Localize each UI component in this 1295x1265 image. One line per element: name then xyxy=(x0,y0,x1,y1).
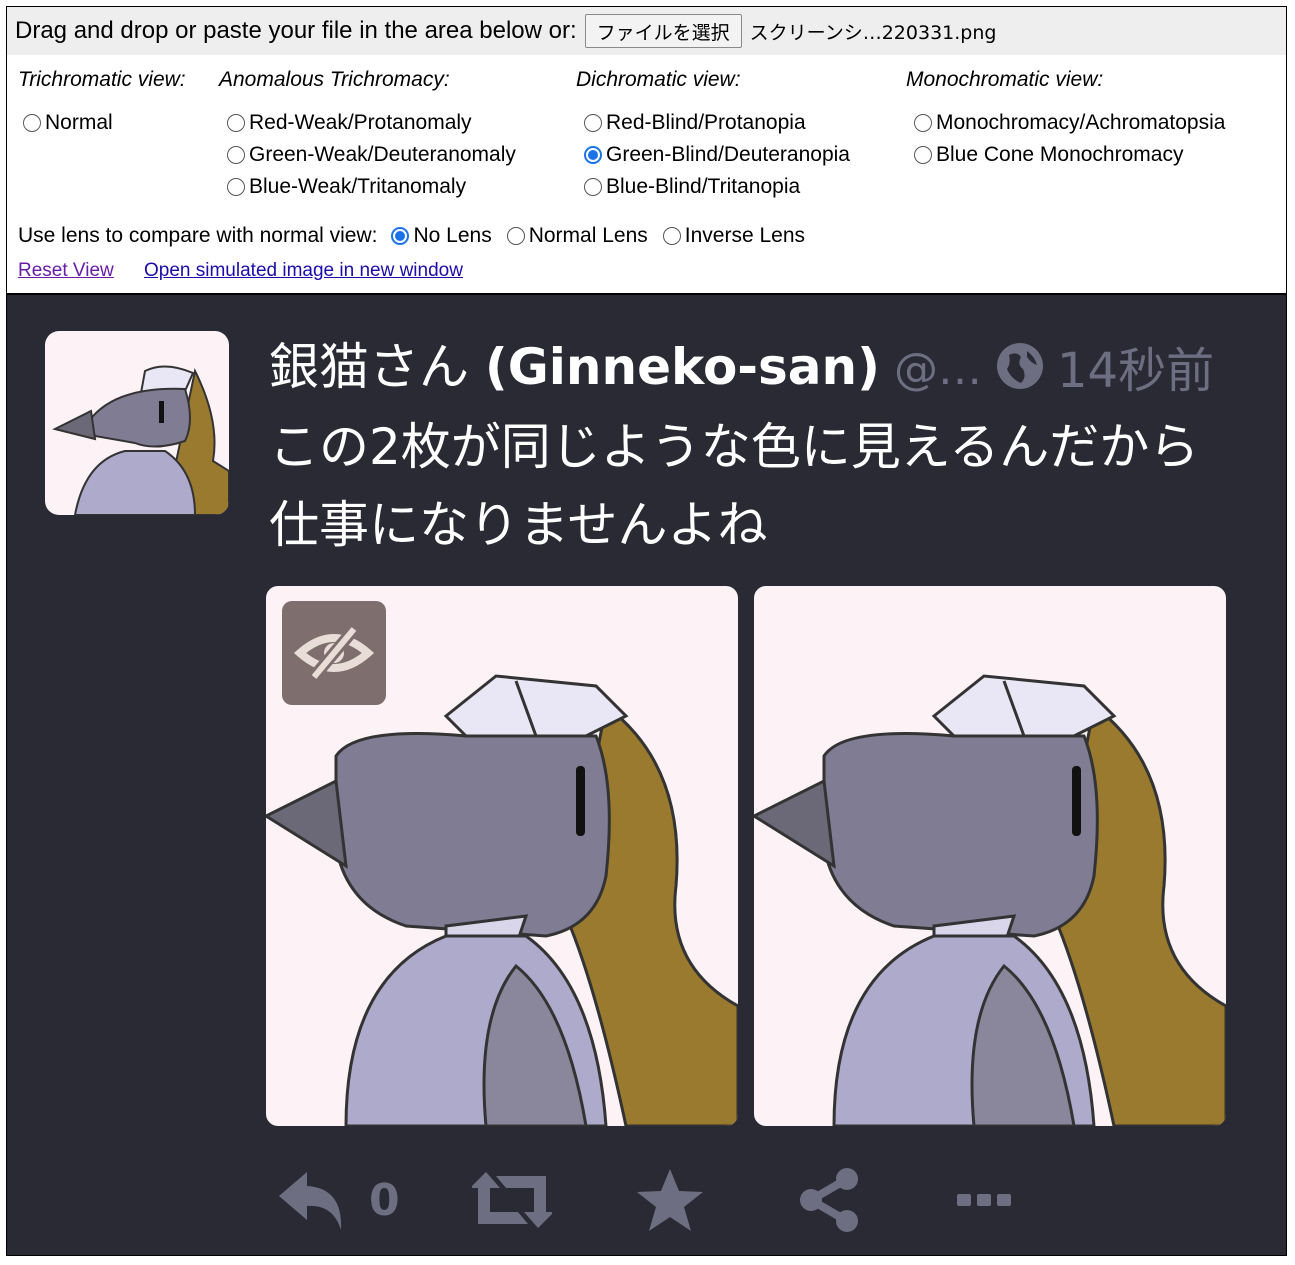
option-tritanomaly[interactable]: Blue-Weak/Tritanomaly xyxy=(227,175,466,199)
option-deuteranopia[interactable]: Green-Blind/Deuteranopia xyxy=(584,143,850,167)
trichromatic-header: Trichromatic view: xyxy=(18,68,186,91)
post-timestamp[interactable]: 14秒前 xyxy=(997,331,1214,401)
option-label: No Lens xyxy=(413,224,492,247)
option-protanopia[interactable]: Red-Blind/Protanopia xyxy=(584,111,806,135)
option-achromatopsia[interactable]: Monochromacy/Achromatopsia xyxy=(914,111,1225,135)
option-label: Green-Blind/Deuteranopia xyxy=(606,143,850,166)
more-icon xyxy=(957,1194,1011,1206)
selected-file-name: スクリーンシ…220331.png xyxy=(749,21,997,44)
display-name-en: (Ginneko-san) xyxy=(484,338,880,396)
share-icon xyxy=(800,1168,858,1232)
option-label: Red-Blind/Protanopia xyxy=(606,111,806,134)
post-actions: 0 xyxy=(7,1165,1286,1245)
display-name-jp: 銀猫さん xyxy=(269,338,469,396)
reply-button[interactable]: 0 xyxy=(277,1165,400,1235)
upload-label: Drag and drop or paste your file in the … xyxy=(15,17,577,44)
option-blue-cone-monochromacy[interactable]: Blue Cone Monochromacy xyxy=(914,143,1183,167)
lens-option-none[interactable]: No Lens xyxy=(391,224,492,248)
lens-option-inverse[interactable]: Inverse Lens xyxy=(662,224,806,248)
attached-image-2[interactable] xyxy=(754,586,1226,1126)
radio-button-checked[interactable] xyxy=(584,146,602,164)
anomalous-header: Anomalous Trichromacy: xyxy=(219,68,450,91)
open-simulated-image-link[interactable]: Open simulated image in new window xyxy=(144,260,463,282)
option-protanomaly[interactable]: Red-Weak/Protanomaly xyxy=(227,111,472,135)
radio-button[interactable] xyxy=(227,114,245,132)
monochromatic-header: Monochromatic view: xyxy=(906,68,1104,91)
option-label: Normal xyxy=(45,111,113,134)
option-normal[interactable]: Normal xyxy=(23,111,113,135)
option-label: Normal Lens xyxy=(528,224,648,247)
more-button[interactable] xyxy=(957,1165,1013,1235)
radio-button[interactable] xyxy=(584,178,602,196)
radio-button-checked[interactable] xyxy=(391,227,410,245)
lens-row: Use lens to compare with normal view: No… xyxy=(18,224,805,248)
radio-button[interactable] xyxy=(227,146,245,164)
time-label: 14秒前 xyxy=(1057,343,1215,399)
upload-bar[interactable]: Drag and drop or paste your file in the … xyxy=(7,7,1286,55)
radio-button[interactable] xyxy=(914,114,932,132)
dichromatic-header: Dichromatic view: xyxy=(576,68,741,91)
post-author[interactable]: 銀猫さん (Ginneko-san) @… xyxy=(269,327,982,399)
choose-file-button[interactable]: ファイルを選択 xyxy=(584,14,742,48)
radio-button[interactable] xyxy=(227,178,245,196)
simulated-image-area[interactable]: 銀猫さん (Ginneko-san) @… 14秒前 この2枚が同じような色に見え… xyxy=(7,295,1286,1255)
star-icon xyxy=(637,1169,703,1231)
boost-icon xyxy=(472,1172,552,1228)
option-label: Monochromacy/Achromatopsia xyxy=(936,111,1226,134)
eye-slash-icon[interactable] xyxy=(282,601,386,705)
globe-icon xyxy=(997,343,1043,389)
user-handle: @… xyxy=(894,344,982,395)
boost-button[interactable] xyxy=(472,1165,552,1235)
option-tritanopia[interactable]: Blue-Blind/Tritanopia xyxy=(584,175,800,199)
radio-button[interactable] xyxy=(584,114,602,132)
radio-button[interactable] xyxy=(914,146,932,164)
share-button[interactable] xyxy=(797,1165,861,1235)
lens-label: Use lens to compare with normal view: xyxy=(18,224,378,247)
option-label: Blue-Blind/Tritanopia xyxy=(606,175,801,198)
favourite-button[interactable] xyxy=(635,1165,705,1235)
avatar xyxy=(45,331,229,515)
radio-button[interactable] xyxy=(662,227,681,245)
radio-button[interactable] xyxy=(506,227,525,245)
attached-image-1[interactable] xyxy=(266,586,738,1126)
option-label: Blue Cone Monochromacy xyxy=(936,143,1184,166)
option-label: Inverse Lens xyxy=(684,224,806,247)
reply-count: 0 xyxy=(369,1174,400,1226)
post-text-line-1: この2枚が同じような色に見えるんだから xyxy=(269,418,1200,476)
reset-view-link[interactable]: Reset View xyxy=(18,260,114,282)
option-label: Green-Weak/Deuteranomaly xyxy=(249,143,516,166)
post-text-line-2: 仕事になりませんよね xyxy=(269,496,768,554)
option-deuteranomaly[interactable]: Green-Weak/Deuteranomaly xyxy=(227,143,516,167)
reply-icon xyxy=(279,1172,342,1230)
option-label: Red-Weak/Protanomaly xyxy=(249,111,472,134)
radio-button[interactable] xyxy=(23,114,41,132)
lens-option-normal[interactable]: Normal Lens xyxy=(506,224,648,248)
option-label: Blue-Weak/Tritanomaly xyxy=(249,175,467,198)
